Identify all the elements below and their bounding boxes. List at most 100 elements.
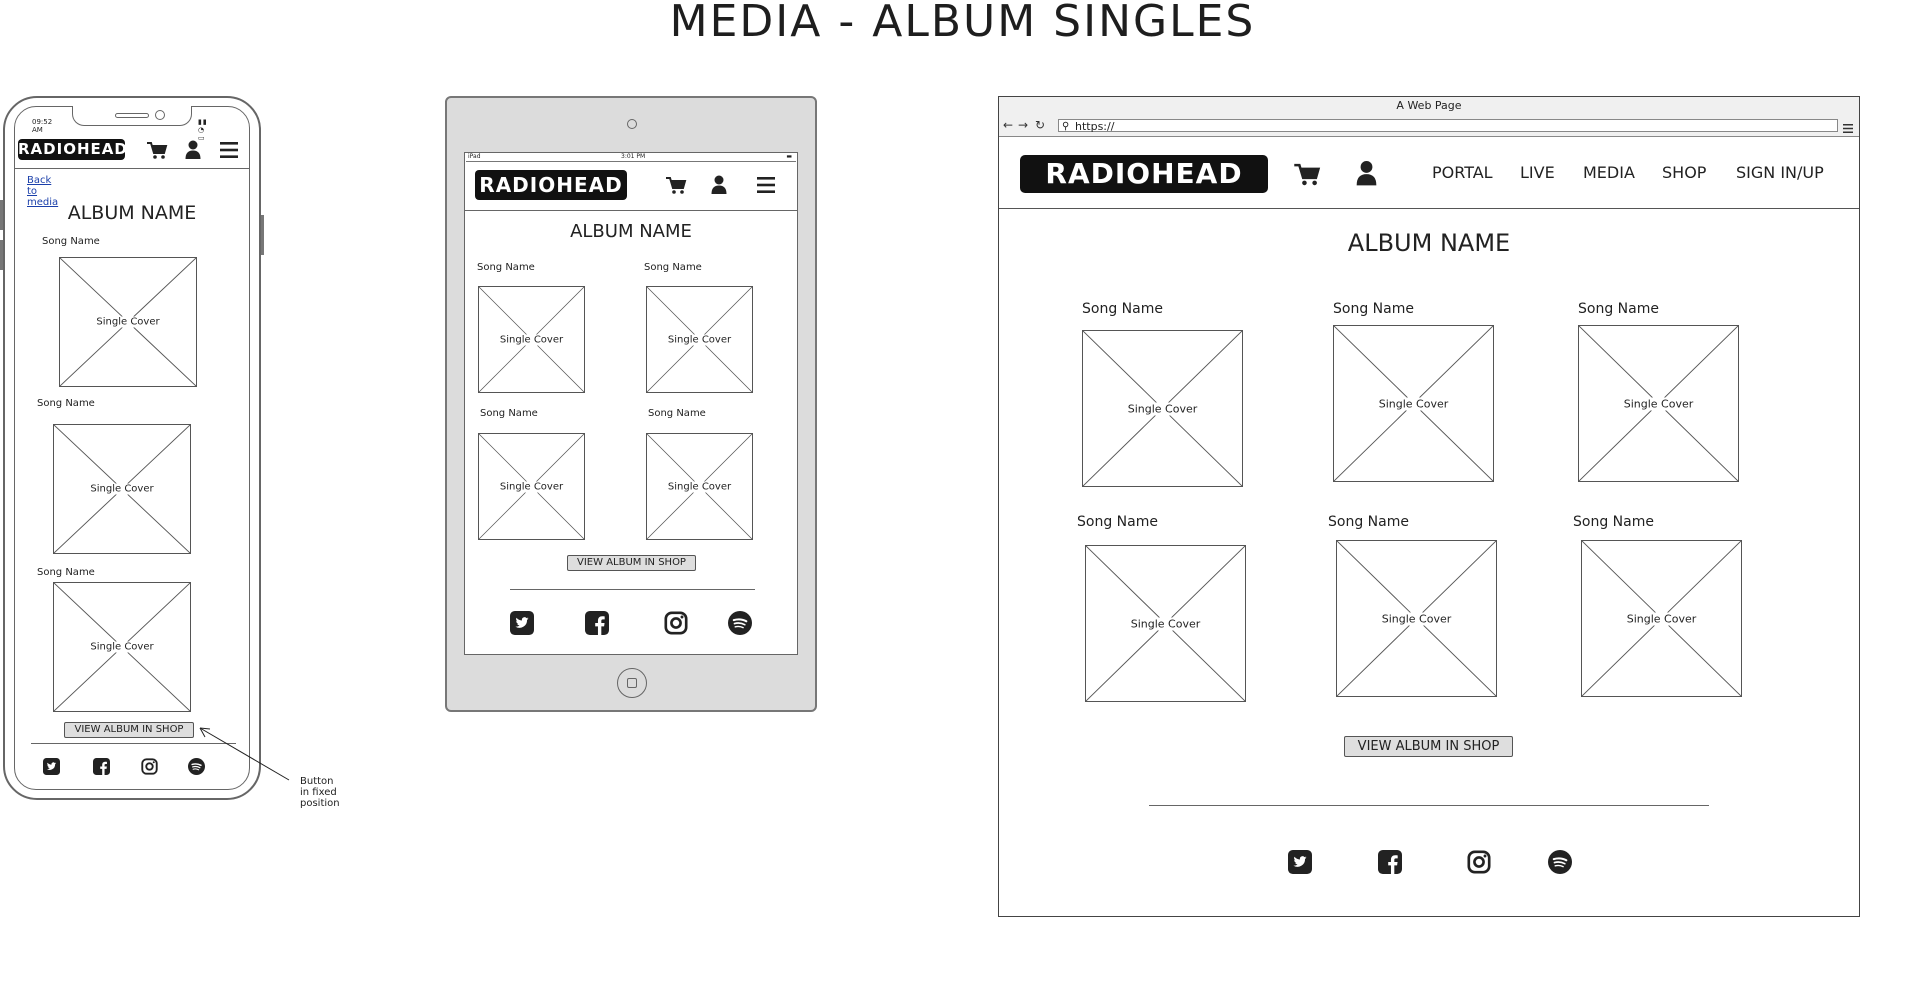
twitter-icon[interactable] <box>1288 850 1312 874</box>
single-cover-label: Single Cover <box>497 481 566 492</box>
single-cover[interactable]: Single Cover <box>646 433 753 540</box>
browser-menu-icon[interactable] <box>1843 119 1853 133</box>
song-name: Song Name <box>477 262 535 273</box>
url-bar[interactable]: ⚲ https:// <box>1058 119 1838 133</box>
annotation-arrow <box>199 727 290 781</box>
single-cover[interactable]: Single Cover <box>646 286 753 393</box>
page-title: MEDIA - ALBUM SINGLES <box>669 0 1256 47</box>
nav-live[interactable]: LIVE <box>1520 163 1555 182</box>
instagram-icon[interactable] <box>141 758 158 775</box>
song-name: Song Name <box>1082 301 1163 317</box>
facebook-icon[interactable] <box>93 758 110 775</box>
view-album-button[interactable]: VIEW ALBUM IN SHOP <box>567 555 696 571</box>
song-name: Song Name <box>644 262 702 273</box>
phone-speaker <box>115 113 149 118</box>
phone-side-button <box>0 200 3 230</box>
header-divider <box>999 208 1859 209</box>
song-name: Song Name <box>1573 514 1654 530</box>
header-divider <box>465 210 797 211</box>
user-icon[interactable] <box>711 175 727 195</box>
status-time: 3:01 PM <box>621 153 646 160</box>
single-cover[interactable]: Single Cover <box>478 433 585 540</box>
song-name: Song Name <box>480 408 538 419</box>
nav-forward-icon[interactable]: → <box>1018 118 1028 132</box>
single-cover[interactable]: Single Cover <box>1578 325 1739 482</box>
single-cover-label: Single Cover <box>665 481 734 492</box>
spotify-icon[interactable] <box>1548 850 1572 874</box>
single-cover-label: Single Cover <box>1376 397 1451 410</box>
twitter-icon[interactable] <box>510 611 534 635</box>
song-name: Song Name <box>37 567 95 578</box>
nav-shop[interactable]: SHOP <box>1662 163 1706 182</box>
nav-back-icon[interactable]: ← <box>1003 118 1013 132</box>
phone-camera <box>155 110 165 120</box>
song-name: Song Name <box>42 236 100 247</box>
spotify-icon[interactable] <box>728 611 752 635</box>
instagram-icon[interactable] <box>664 611 688 635</box>
single-cover-label: Single Cover <box>1621 397 1696 410</box>
logo[interactable]: RADIOHEAD <box>18 139 127 160</box>
album-title: ALBUM NAME <box>1347 229 1511 257</box>
footer-divider <box>1149 805 1709 806</box>
tablet-home-button[interactable] <box>617 668 647 698</box>
menu-icon[interactable] <box>757 177 775 193</box>
browser-window <box>998 96 1860 917</box>
single-cover-label: Single Cover <box>665 334 734 345</box>
single-cover-label: Single Cover <box>497 334 566 345</box>
nav-portal[interactable]: PORTAL <box>1432 163 1493 182</box>
album-title: ALBUM NAME <box>67 202 197 224</box>
single-cover[interactable]: Single Cover <box>1082 330 1243 487</box>
cart-icon[interactable] <box>146 140 168 160</box>
song-name: Song Name <box>1077 514 1158 530</box>
single-cover-label: Single Cover <box>88 483 156 495</box>
single-cover[interactable]: Single Cover <box>1333 325 1494 482</box>
single-cover[interactable]: Single Cover <box>478 286 585 393</box>
song-name: Song Name <box>37 398 95 409</box>
phone-side-button <box>0 240 3 270</box>
cart-icon[interactable] <box>665 175 687 195</box>
user-icon[interactable] <box>185 140 201 160</box>
single-cover-label: Single Cover <box>94 316 162 328</box>
footer-divider <box>510 589 755 590</box>
logo[interactable]: RADIOHEAD <box>1020 155 1268 193</box>
user-icon[interactable] <box>1356 160 1377 187</box>
single-cover[interactable]: Single Cover <box>1581 540 1742 697</box>
song-name: Song Name <box>1333 301 1414 317</box>
instagram-icon[interactable] <box>1467 850 1491 874</box>
single-cover[interactable]: Single Cover <box>53 582 191 712</box>
url-text: https:// <box>1075 120 1115 133</box>
status-device: iPad <box>468 153 481 160</box>
single-cover-label: Single Cover <box>1125 402 1200 415</box>
facebook-icon[interactable] <box>585 611 609 635</box>
single-cover-label: Single Cover <box>1624 612 1699 625</box>
search-icon: ⚲ <box>1062 121 1070 132</box>
single-cover[interactable]: Single Cover <box>53 424 191 554</box>
status-indicators-icon: ▮▮ ◔ ▭ <box>198 118 208 142</box>
reload-icon[interactable]: ↻ <box>1035 118 1045 132</box>
view-album-button[interactable]: VIEW ALBUM IN SHOP <box>64 722 194 738</box>
twitter-icon[interactable] <box>43 758 60 775</box>
facebook-icon[interactable] <box>1378 850 1402 874</box>
single-cover[interactable]: Single Cover <box>59 257 197 387</box>
menu-icon[interactable] <box>220 142 238 158</box>
song-name: Song Name <box>1578 301 1659 317</box>
single-cover-label: Single Cover <box>88 641 156 653</box>
nav-media[interactable]: MEDIA <box>1583 163 1635 182</box>
song-name: Song Name <box>648 408 706 419</box>
logo[interactable]: RADIOHEAD <box>475 170 627 200</box>
window-title: A Web Page <box>1396 99 1462 112</box>
phone-side-button <box>261 215 264 255</box>
single-cover[interactable]: Single Cover <box>1336 540 1497 697</box>
tablet-camera <box>627 119 637 129</box>
tablet-status-bar: iPad 3:01 PM ▬ <box>466 153 796 162</box>
single-cover-label: Single Cover <box>1379 612 1454 625</box>
single-cover-label: Single Cover <box>1128 617 1203 630</box>
nav-sign-in[interactable]: SIGN IN/UP <box>1736 163 1824 182</box>
status-time: 09:52 AM <box>32 118 53 134</box>
cart-icon[interactable] <box>1293 161 1321 187</box>
view-album-button[interactable]: VIEW ALBUM IN SHOP <box>1344 736 1513 757</box>
battery-icon: ▬ <box>786 153 792 160</box>
single-cover[interactable]: Single Cover <box>1085 545 1246 702</box>
album-title: ALBUM NAME <box>570 221 692 242</box>
song-name: Song Name <box>1328 514 1409 530</box>
